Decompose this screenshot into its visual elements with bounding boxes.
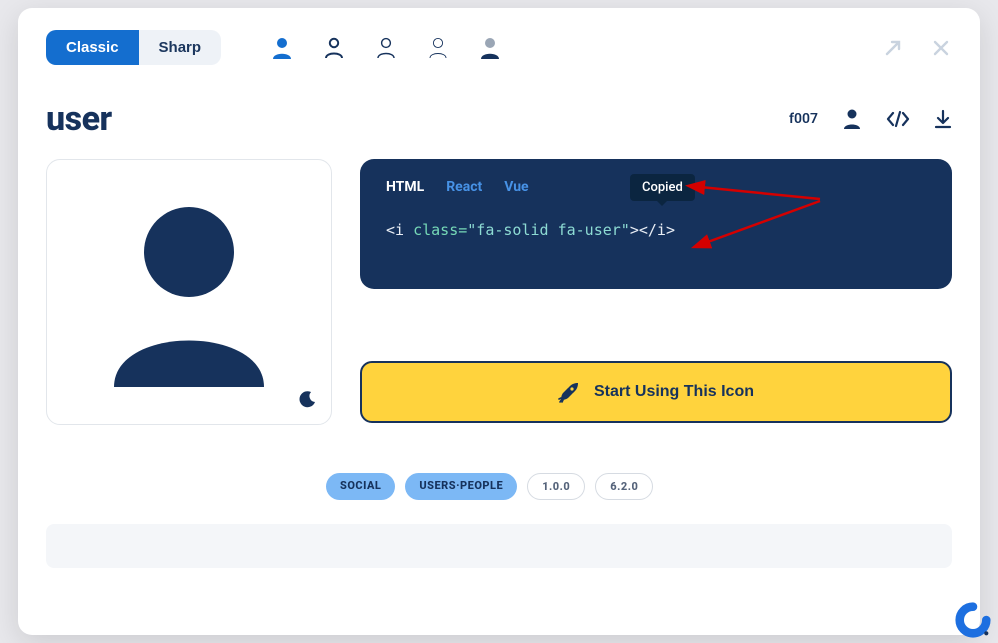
tag-social[interactable]: SOCIAL	[326, 473, 395, 500]
style-thin-icon[interactable]	[427, 37, 449, 59]
content-row: HTML React Vue <i class="fa-solid fa-use…	[46, 159, 952, 425]
copy-glyph-icon[interactable]	[842, 108, 862, 130]
code-icon[interactable]	[886, 110, 910, 128]
style-regular-icon[interactable]	[323, 37, 345, 59]
right-column: HTML React Vue <i class="fa-solid fa-use…	[360, 159, 952, 425]
toggle-sharp[interactable]: Sharp	[139, 30, 222, 65]
copied-tooltip: Copied	[630, 174, 695, 201]
close-icon[interactable]	[930, 37, 952, 59]
tags-row: SOCIAL USERS·PEOPLE 1.0.0 6.2.0	[46, 473, 952, 500]
icon-preview	[46, 159, 332, 425]
dark-mode-toggle[interactable]	[299, 390, 317, 412]
open-external-icon[interactable]	[882, 37, 904, 59]
download-icon[interactable]	[934, 109, 952, 129]
code-snippet[interactable]: <i class="fa-solid fa-user"></i>	[386, 221, 926, 239]
title-actions: f007	[789, 108, 952, 130]
start-using-button[interactable]: Start Using This Icon	[360, 361, 952, 423]
tag-version-6[interactable]: 6.2.0	[595, 473, 653, 500]
tag-users-people[interactable]: USERS·PEOPLE	[405, 473, 517, 500]
tag-version-1[interactable]: 1.0.0	[527, 473, 585, 500]
style-duotone-icon[interactable]	[479, 37, 501, 59]
tab-react[interactable]: React	[446, 179, 482, 195]
icon-detail-modal: Classic Sharp	[18, 8, 980, 635]
family-toggle: Classic Sharp	[46, 30, 221, 65]
tab-html[interactable]: HTML	[386, 179, 424, 195]
toggle-classic[interactable]: Classic	[46, 30, 139, 65]
code-panel[interactable]: HTML React Vue <i class="fa-solid fa-use…	[360, 159, 952, 289]
style-light-icon[interactable]	[375, 37, 397, 59]
unicode-label[interactable]: f007	[789, 111, 818, 127]
footer-bar	[46, 524, 952, 568]
rocket-icon	[558, 381, 580, 403]
modal-header: Classic Sharp	[46, 30, 952, 65]
icon-name: user	[46, 99, 112, 139]
header-actions	[882, 37, 952, 59]
corner-logo-icon	[954, 601, 992, 639]
tab-vue[interactable]: Vue	[504, 179, 528, 195]
user-icon	[104, 197, 274, 387]
style-solid-icon[interactable]	[271, 37, 293, 59]
style-variant-row	[271, 37, 501, 59]
title-row: user f007	[46, 99, 952, 139]
cta-label: Start Using This Icon	[594, 383, 754, 401]
